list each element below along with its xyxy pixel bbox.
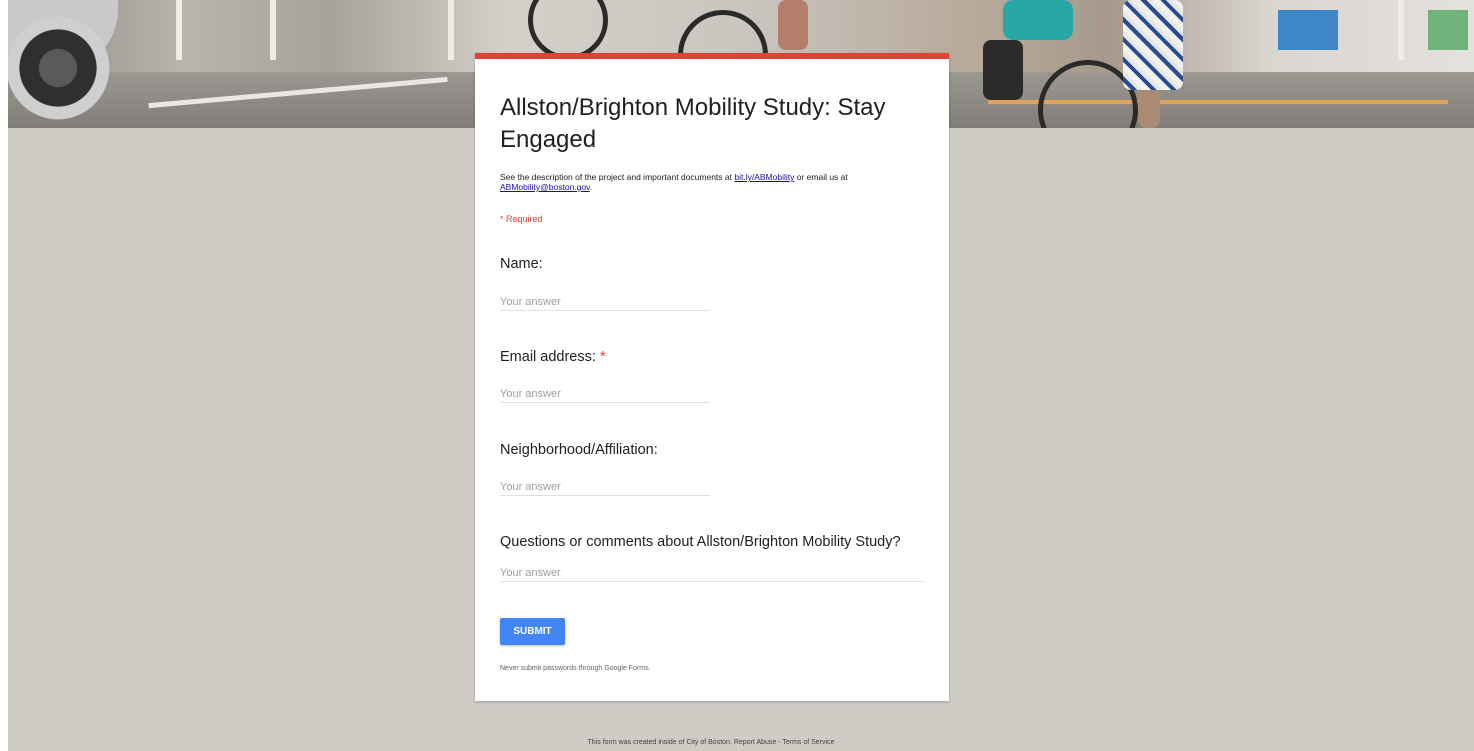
comments-label-text: Questions or comments about Allston/Brig…	[500, 534, 901, 550]
name-input[interactable]	[500, 294, 710, 311]
password-warning: Never submit passwords through Google Fo…	[500, 665, 651, 672]
project-link[interactable]: bit.ly/ABMobility	[734, 172, 794, 182]
email-link[interactable]: ABMobility@boston.gov	[500, 182, 590, 192]
description-text-middle: or email us at	[794, 172, 848, 182]
comments-input[interactable]	[500, 565, 925, 582]
form-card: Allston/Brighton Mobility Study: Stay En…	[475, 53, 949, 701]
name-question-label: Name:	[500, 256, 543, 272]
submit-button[interactable]: SUBMIT	[500, 618, 565, 645]
email-input[interactable]	[500, 386, 710, 403]
form-title: Allston/Brighton Mobility Study: Stay En…	[500, 94, 886, 153]
description-text: See the description of the project and i…	[500, 172, 735, 182]
neighborhood-input[interactable]	[500, 479, 710, 496]
email-question-label: Email address: *	[500, 349, 606, 365]
form-description: See the description of the project and i…	[500, 172, 930, 192]
name-label-text: Name:	[500, 256, 543, 272]
email-label-text: Email address:	[500, 349, 596, 365]
required-asterisk: *	[599, 349, 606, 365]
neighborhood-question-label: Neighborhood/Affiliation:	[500, 442, 658, 458]
required-note: * Required	[500, 214, 543, 224]
comments-question-label: Questions or comments about Allston/Brig…	[500, 534, 901, 550]
form-page: Allston/Brighton Mobility Study: Stay En…	[8, 0, 1474, 751]
description-text-end: .	[589, 182, 593, 192]
form-footer: This form was created inside of City of …	[587, 739, 835, 746]
neighborhood-label-text: Neighborhood/Affiliation:	[500, 442, 658, 458]
